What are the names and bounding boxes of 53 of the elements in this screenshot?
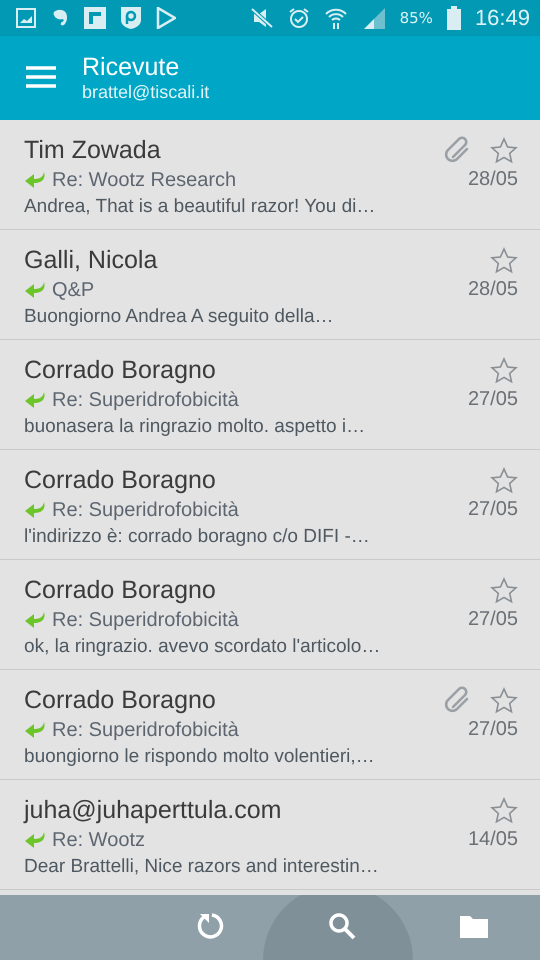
email-date: 27/05 [468, 718, 518, 741]
email-subject: Q&P [52, 278, 94, 302]
email-preview: ok, la ringrazio. avevo scordato l'articolo… [24, 635, 382, 659]
star-icon[interactable] [490, 576, 518, 604]
sender-name: Corrado Boragno [24, 575, 217, 606]
email-date: 28/05 [468, 168, 518, 191]
email-subject: Re: Wootz Research [52, 168, 236, 192]
wifi-icon [324, 6, 348, 30]
email-preview: l'indirizzo è: corrado boragno c/o DIFI -… [24, 525, 371, 549]
star-icon[interactable] [490, 356, 518, 384]
sender-name: juha@juhaperttula.com [24, 795, 282, 826]
star-icon[interactable] [490, 686, 518, 714]
sender-name: Galli, Nicola [24, 245, 158, 276]
email-subject: Re: Superidrofobicità [52, 388, 239, 412]
folder-button[interactable] [460, 914, 488, 941]
email-preview: Buongiorno Andrea A seguito della… [24, 305, 335, 329]
sender-name: Corrado Boragno [24, 685, 217, 716]
battery-icon [446, 6, 461, 30]
battery-level: 85% [400, 9, 433, 27]
account-email: brattel@tiscali.it [82, 82, 210, 103]
sender-name: Corrado Boragno [24, 465, 217, 496]
menu-icon [26, 64, 56, 88]
email-preview: buongiorno le rispondo molto volentieri,… [24, 745, 376, 769]
star-icon[interactable] [490, 246, 518, 274]
email-subject: Re: Superidrofobicità [52, 608, 239, 632]
play-store-icon [156, 7, 176, 29]
email-preview: Dear Brattelli, Nice razors and interestin… [24, 855, 380, 879]
gallery-icon [16, 8, 36, 28]
folder-icon [460, 914, 488, 938]
search-icon [328, 912, 356, 940]
email-date: 27/05 [468, 498, 518, 521]
mute-icon [250, 7, 274, 29]
star-icon[interactable] [490, 136, 518, 164]
email-date: 28/05 [468, 278, 518, 301]
sender-name: Corrado Boragno [24, 355, 217, 386]
refresh-icon [196, 912, 224, 940]
email-subject: Re: Superidrofobicità [52, 498, 239, 522]
alarm-icon [288, 7, 310, 29]
email-preview: buonasera la ringrazio molto. aspetto i… [24, 415, 366, 439]
email-date: 14/05 [468, 828, 518, 851]
signal-icon [362, 6, 386, 30]
email-preview: Andrea, That is a beautiful razor! You di… [24, 195, 376, 219]
clock-time: 16:49 [474, 5, 530, 31]
flipboard-icon [84, 7, 106, 29]
sender-name: Tim Zowada [24, 135, 162, 166]
star-icon[interactable] [490, 796, 518, 824]
email-date: 27/05 [468, 388, 518, 411]
email-subject: Re: Superidrofobicità [52, 718, 239, 742]
star-icon[interactable] [490, 466, 518, 494]
email-date: 27/05 [468, 608, 518, 631]
shield-icon [120, 6, 142, 30]
folder-title: Ricevute [82, 53, 180, 82]
email-subject: Re: Wootz [52, 828, 145, 852]
